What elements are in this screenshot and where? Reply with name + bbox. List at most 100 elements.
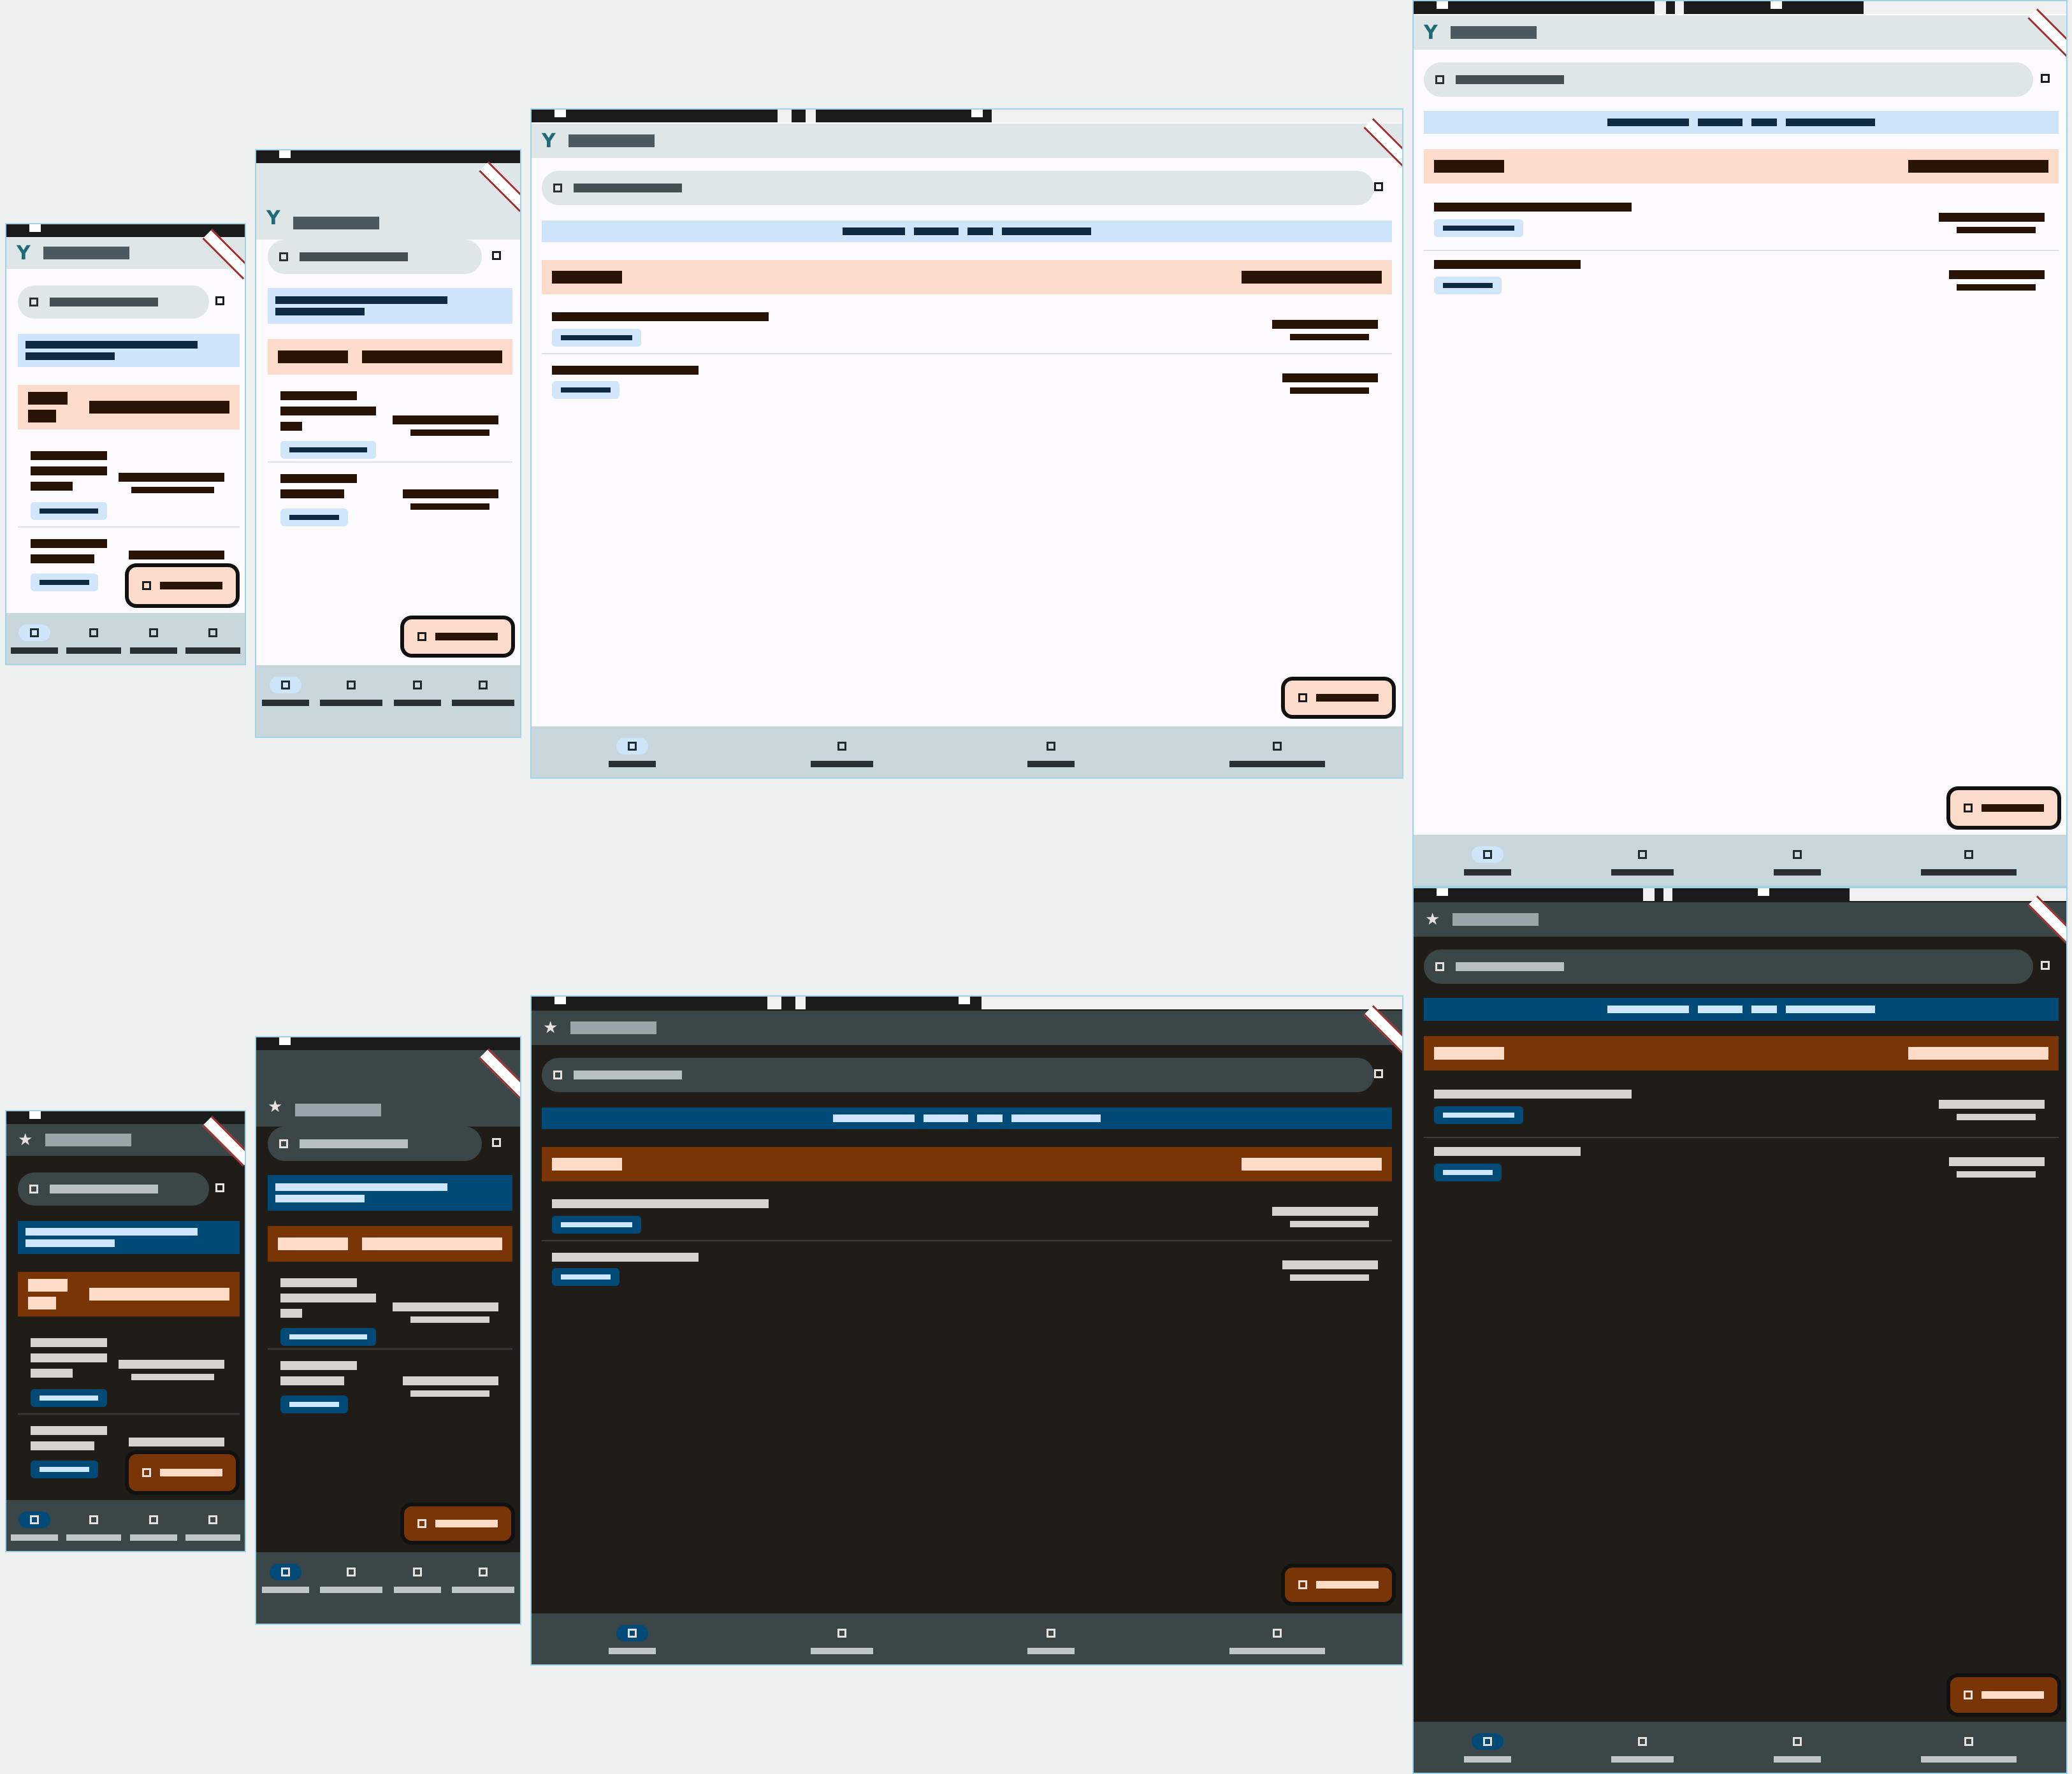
- nav-item-2[interactable]: [1611, 1722, 1674, 1763]
- add-button[interactable]: [1281, 677, 1396, 719]
- nav-item-1[interactable]: [1463, 835, 1511, 876]
- nav-item-3[interactable]: [1027, 1613, 1075, 1654]
- nav-item-4[interactable]: [1920, 1722, 2017, 1763]
- add-button[interactable]: [125, 563, 240, 608]
- list-header: [268, 1226, 512, 1262]
- list-item[interactable]: [268, 1262, 512, 1350]
- add-icon: [1298, 1580, 1307, 1589]
- list-item[interactable]: [542, 294, 1392, 354]
- add-button[interactable]: [125, 1450, 240, 1495]
- nav-item-3[interactable]: [393, 1552, 441, 1593]
- nav-item-3[interactable]: [393, 665, 441, 706]
- nav-item-3[interactable]: [1773, 835, 1821, 876]
- nav-item-3[interactable]: [129, 1500, 177, 1541]
- add-button[interactable]: [400, 1503, 515, 1545]
- nav-item-2[interactable]: [320, 1552, 383, 1593]
- nav-item-3[interactable]: [129, 613, 177, 654]
- list-header: [1424, 149, 2059, 184]
- app-bar: ★: [532, 1011, 1402, 1045]
- app-logo-icon: Y: [542, 129, 556, 152]
- list-item[interactable]: [268, 463, 512, 539]
- search-placeholder: [300, 1139, 408, 1148]
- nav-item-2[interactable]: [810, 1613, 873, 1654]
- nav-item-4[interactable]: [185, 1500, 241, 1541]
- nav-icon-3: [138, 624, 170, 641]
- app-title: [1450, 26, 1537, 39]
- nav-icon-4: [1953, 1733, 1985, 1750]
- nav-item-4[interactable]: [1229, 726, 1325, 767]
- nav-item-4[interactable]: [185, 613, 241, 654]
- list-item[interactable]: [268, 375, 512, 463]
- info-banner: [542, 1107, 1392, 1129]
- nav-item-4[interactable]: [1920, 835, 2017, 876]
- search-bar[interactable]: [542, 1058, 1374, 1092]
- info-banner: [542, 220, 1392, 242]
- status-badge: [280, 1328, 376, 1346]
- app-title: [295, 1104, 382, 1116]
- nav-item-2[interactable]: [66, 1500, 122, 1541]
- nav-item-1[interactable]: [609, 726, 656, 767]
- app-bar: ★: [1414, 902, 2066, 937]
- nav-item-3[interactable]: [1773, 1722, 1821, 1763]
- status-badge: [552, 329, 641, 347]
- search-bar[interactable]: [268, 240, 482, 274]
- action-icon[interactable]: [492, 251, 501, 260]
- nav-item-3[interactable]: [1027, 726, 1075, 767]
- nav-icon-3: [1781, 846, 1813, 863]
- action-icon[interactable]: [1374, 1069, 1383, 1078]
- add-icon: [1964, 804, 1973, 812]
- nav-icon-3: [1781, 1733, 1813, 1750]
- nav-item-2[interactable]: [810, 726, 873, 767]
- list-item[interactable]: [268, 1350, 512, 1426]
- add-button[interactable]: [400, 616, 515, 658]
- list-item[interactable]: [1424, 184, 2059, 251]
- search-bar[interactable]: [1424, 949, 2033, 984]
- add-button[interactable]: [1946, 786, 2061, 830]
- nav-icon-1: [18, 624, 50, 641]
- search-bar[interactable]: [268, 1127, 482, 1161]
- nav-item-1[interactable]: [261, 1552, 309, 1593]
- nav-item-4[interactable]: [452, 665, 515, 706]
- nav-item-1[interactable]: [261, 665, 309, 706]
- nav-item-4[interactable]: [452, 1552, 515, 1593]
- nav-item-2[interactable]: [66, 613, 122, 654]
- action-icon[interactable]: [492, 1138, 501, 1147]
- list-item[interactable]: [542, 1181, 1392, 1241]
- list-item[interactable]: [1424, 251, 2059, 308]
- status-badge: [1434, 277, 1502, 294]
- search-bar[interactable]: [18, 1172, 209, 1206]
- nav-item-1[interactable]: [609, 1613, 656, 1654]
- action-icon[interactable]: [1374, 182, 1383, 191]
- list-item[interactable]: [1424, 1138, 2059, 1195]
- action-icon[interactable]: [2041, 74, 2050, 83]
- nav-item-1[interactable]: [1463, 1722, 1511, 1763]
- list-item[interactable]: [18, 438, 240, 528]
- list-item[interactable]: [1424, 1071, 2059, 1138]
- list-item[interactable]: [18, 1325, 240, 1415]
- action-icon[interactable]: [2041, 961, 2050, 970]
- action-icon[interactable]: [215, 1183, 224, 1192]
- search-bar[interactable]: [1424, 62, 2033, 97]
- nav-item-1[interactable]: [10, 613, 58, 654]
- app-title: [570, 1021, 657, 1034]
- action-icon[interactable]: [215, 296, 224, 305]
- add-button[interactable]: [1281, 1564, 1396, 1606]
- nav-item-4[interactable]: [1229, 1613, 1325, 1654]
- info-banner: [268, 1175, 512, 1211]
- nav-item-2[interactable]: [320, 665, 383, 706]
- nav-item-1[interactable]: [10, 1500, 58, 1541]
- status-badge: [1434, 1106, 1523, 1124]
- search-bar[interactable]: [18, 285, 209, 319]
- screen-dark-large: ★: [1412, 887, 2068, 1774]
- add-button[interactable]: [1946, 1673, 2061, 1717]
- list-item[interactable]: [542, 1241, 1392, 1299]
- app-logo-icon: ★: [1425, 910, 1440, 929]
- nav-item-2[interactable]: [1611, 835, 1674, 876]
- search-placeholder: [1456, 962, 1564, 971]
- screen-dark-small: ★: [5, 1110, 246, 1552]
- search-bar[interactable]: [542, 171, 1374, 205]
- status-bar: [1414, 1, 2066, 14]
- info-banner: [18, 1221, 240, 1254]
- list-item[interactable]: [542, 354, 1392, 412]
- info-banner: [268, 288, 512, 324]
